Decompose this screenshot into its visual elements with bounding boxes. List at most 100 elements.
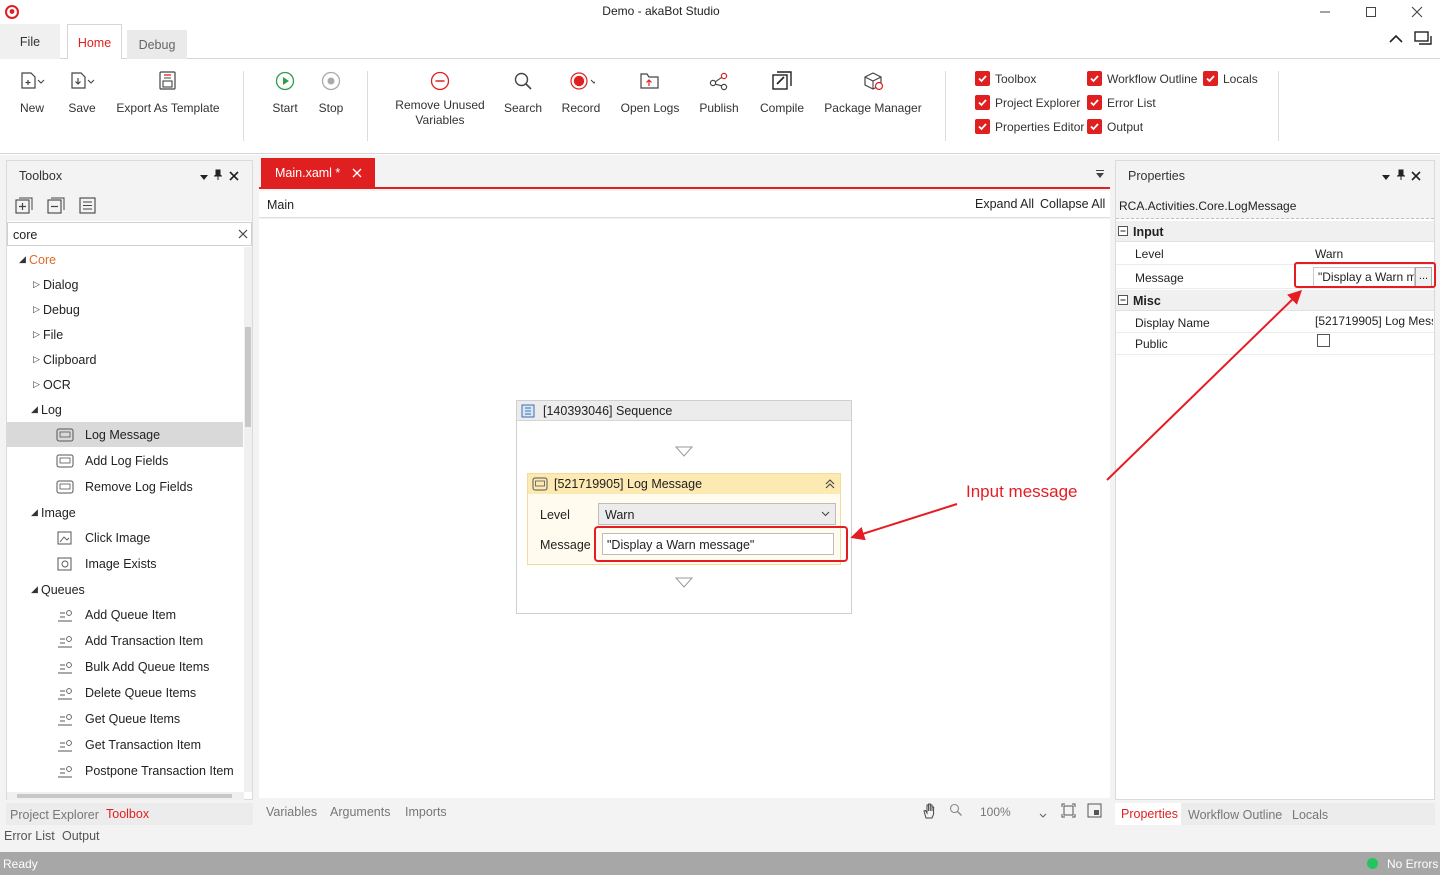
toolbox-menu-button[interactable]: [199, 171, 209, 185]
pan-tool-button[interactable]: [921, 802, 939, 823]
locals-panel-checkbox[interactable]: Locals: [1203, 71, 1258, 86]
properties-editor-panel-checkbox[interactable]: Properties Editor: [975, 119, 1084, 134]
tab-workflow-outline[interactable]: Workflow Outline: [1188, 808, 1282, 822]
toolbox-pin-button[interactable]: [212, 169, 224, 184]
remove-unused-variables-button[interactable]: Remove Unused Variables: [394, 67, 486, 128]
tree-item-add-queue-item[interactable]: Add Queue Item: [7, 602, 243, 627]
zoom-level[interactable]: 100%: [980, 805, 1011, 819]
properties-close-button[interactable]: [1411, 170, 1421, 184]
close-icon[interactable]: [352, 168, 362, 178]
property-public-row[interactable]: Public: [1116, 333, 1434, 355]
tab-arguments[interactable]: Arguments: [330, 805, 390, 819]
tree-node-dialog[interactable]: ▷ Dialog: [7, 272, 243, 297]
level-dropdown[interactable]: Warn: [598, 503, 836, 525]
list-view-button[interactable]: [79, 197, 97, 218]
scrollbar-thumb[interactable]: [17, 794, 232, 798]
toolbox-close-button[interactable]: [229, 170, 239, 184]
new-button[interactable]: New: [14, 67, 50, 116]
collapse-all-nodes-button[interactable]: [47, 197, 67, 218]
tree-item-get-transaction-item[interactable]: Get Transaction Item: [7, 732, 243, 757]
collapse-all-link[interactable]: Collapse All: [1040, 197, 1105, 211]
log-message-activity[interactable]: [521719905] Log Message Level Warn Messa…: [527, 473, 848, 565]
tree-node-image[interactable]: ◢ Image: [7, 500, 243, 525]
tree-node-clipboard[interactable]: ▷ Clipboard: [7, 347, 243, 372]
log-message-header[interactable]: [521719905] Log Message: [528, 474, 840, 494]
maximize-button[interactable]: [1348, 0, 1394, 24]
sequence-activity[interactable]: [140393046] Sequence [521719905] Log Mes…: [516, 400, 852, 614]
expand-all-link[interactable]: Expand All: [975, 197, 1034, 211]
tab-properties[interactable]: Properties: [1121, 807, 1178, 821]
zoom-search-button[interactable]: [949, 803, 963, 820]
close-window-button[interactable]: [1394, 0, 1440, 24]
feedback-button[interactable]: [1414, 31, 1434, 50]
document-list-button[interactable]: [1095, 168, 1105, 182]
zoom-dropdown-button[interactable]: [1039, 808, 1047, 822]
workflow-outline-panel-checkbox[interactable]: Workflow Outline: [1087, 71, 1197, 86]
tree-node-core[interactable]: ◢ Core: [7, 247, 243, 272]
toolbox-panel-checkbox[interactable]: Toolbox: [975, 71, 1036, 86]
error-list-panel-checkbox[interactable]: Error List: [1087, 95, 1156, 110]
collapse-activity-button[interactable]: [824, 478, 836, 493]
tree-item-click-image[interactable]: Click Image: [7, 525, 243, 550]
tree-node-ocr[interactable]: ▷ OCR: [7, 372, 243, 397]
breadcrumb[interactable]: Main: [267, 198, 294, 212]
public-checkbox[interactable]: [1317, 334, 1330, 347]
tab-debug[interactable]: Debug: [127, 30, 187, 59]
tab-variables[interactable]: Variables: [266, 805, 317, 819]
open-logs-button[interactable]: Open Logs: [619, 67, 681, 116]
tree-item-bulk-add-queue-items[interactable]: Bulk Add Queue Items: [7, 654, 243, 679]
tab-error-list[interactable]: Error List: [4, 829, 55, 843]
tree-item-add-log-fields[interactable]: Add Log Fields: [7, 448, 243, 473]
toolbox-search-input[interactable]: core: [7, 222, 252, 246]
toolbox-horizontal-scrollbar[interactable]: [7, 792, 244, 800]
drop-zone-arrow[interactable]: [674, 577, 694, 592]
tab-main-xaml[interactable]: Main.xaml *: [261, 158, 375, 188]
sequence-header[interactable]: [140393046] Sequence: [517, 401, 851, 421]
tree-item-get-queue-items[interactable]: Get Queue Items: [7, 706, 243, 731]
publish-button[interactable]: Publish: [696, 67, 742, 116]
project-explorer-panel-checkbox[interactable]: Project Explorer: [975, 95, 1080, 110]
category-misc-row[interactable]: Misc: [1116, 290, 1434, 311]
output-panel-checkbox[interactable]: Output: [1087, 119, 1143, 134]
tree-item-add-transaction-item[interactable]: Add Transaction Item: [7, 628, 243, 653]
clear-search-button[interactable]: [238, 228, 248, 242]
overview-button[interactable]: [1087, 803, 1102, 821]
export-as-template-button[interactable]: Export As Template: [116, 67, 220, 116]
tab-project-explorer[interactable]: Project Explorer: [10, 808, 99, 822]
toolbox-vertical-scrollbar[interactable]: [244, 247, 252, 792]
start-button[interactable]: Start: [268, 67, 302, 116]
properties-menu-button[interactable]: [1381, 171, 1391, 185]
drop-zone-arrow[interactable]: [674, 446, 694, 461]
properties-pin-button[interactable]: [1395, 169, 1407, 184]
tree-node-debug[interactable]: ▷ Debug: [7, 297, 243, 322]
record-button[interactable]: Record: [559, 67, 603, 116]
category-input-row[interactable]: Input: [1116, 221, 1434, 242]
tree-item-postpone-transaction-item[interactable]: Postpone Transaction Item: [7, 758, 243, 783]
tab-file[interactable]: File: [0, 24, 60, 59]
tree-node-queues[interactable]: ◢ Queues: [7, 577, 243, 602]
search-button[interactable]: Search: [502, 67, 544, 116]
designer-canvas[interactable]: [140393046] Sequence [521719905] Log Mes…: [259, 219, 1110, 798]
tree-item-image-exists[interactable]: Image Exists: [7, 551, 243, 576]
tab-home[interactable]: Home: [67, 24, 122, 60]
tab-toolbox[interactable]: Toolbox: [106, 807, 149, 821]
tree-item-remove-log-fields[interactable]: Remove Log Fields: [7, 474, 243, 499]
tree-node-log[interactable]: ◢ Log: [7, 397, 243, 422]
tab-imports[interactable]: Imports: [405, 805, 447, 819]
tree-item-log-message[interactable]: Log Message: [7, 422, 243, 447]
package-manager-button[interactable]: Package Manager: [823, 67, 923, 116]
property-level-value[interactable]: Warn: [1315, 247, 1343, 261]
expand-all-nodes-button[interactable]: [15, 197, 35, 218]
tree-node-file[interactable]: ▷ File: [7, 322, 243, 347]
property-display-name-value[interactable]: [521719905] Log Message: [1315, 314, 1433, 328]
collapse-ribbon-button[interactable]: [1388, 32, 1404, 49]
stop-button[interactable]: Stop: [314, 67, 348, 116]
fit-to-screen-button[interactable]: [1061, 803, 1076, 821]
tab-output[interactable]: Output: [62, 829, 100, 843]
scrollbar-thumb[interactable]: [245, 327, 251, 427]
tree-item-delete-queue-items[interactable]: Delete Queue Items: [7, 680, 243, 705]
compile-button[interactable]: Compile: [758, 67, 806, 116]
tab-locals[interactable]: Locals: [1292, 808, 1328, 822]
minimize-button[interactable]: [1302, 0, 1348, 24]
save-button[interactable]: Save: [64, 67, 100, 116]
